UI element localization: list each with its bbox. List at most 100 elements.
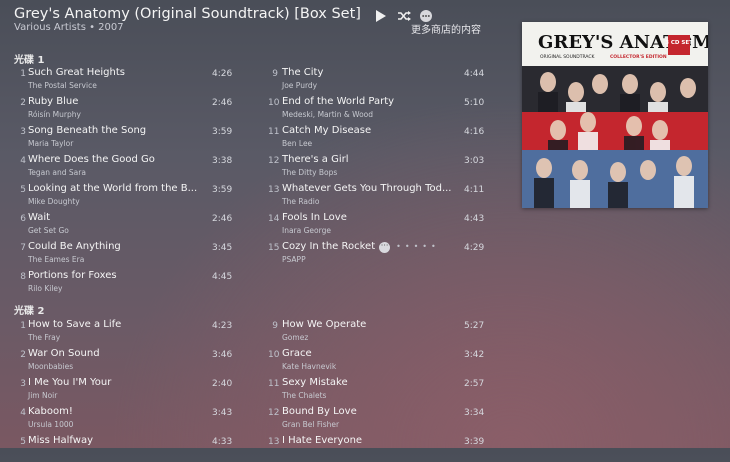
track-title-text: Catch My Disease <box>282 125 372 136</box>
track-row[interactable]: 1 Such Great Heights The Postal Service 4:2… <box>14 66 234 94</box>
track-duration: 5:10 <box>464 98 485 108</box>
track-number: 15 <box>268 243 280 253</box>
track-title-text: Cozy In the Rocket <box>282 241 376 252</box>
track-title: Cozy In the Rocket ··· ••••• <box>282 241 440 253</box>
track-number: 1 <box>20 321 26 331</box>
track-title-text: Wait <box>28 212 51 223</box>
track-number: 7 <box>20 243 26 253</box>
track-artist: The Radio <box>282 197 320 206</box>
track-artist: Jim Noir <box>28 391 58 400</box>
track-number: 5 <box>20 437 26 447</box>
track-title: Song Beneath the Song <box>28 125 146 136</box>
track-duration: 3:34 <box>464 408 485 418</box>
track-number: 3 <box>20 127 26 137</box>
track-row[interactable]: 14 Fools In Love Inara George 4:43 <box>268 211 488 239</box>
rating-dots[interactable]: ••••• <box>396 242 440 251</box>
track-duration: 5:27 <box>464 321 485 331</box>
more-icon[interactable] <box>420 7 434 22</box>
track-number: 8 <box>20 272 26 282</box>
track-artist: Gomez <box>282 333 309 342</box>
track-row[interactable]: 4 Kaboom! Ursula 1000 3:43 <box>14 405 234 433</box>
track-row[interactable]: 7 Could Be Anything The Eames Era 3:45 <box>14 240 234 268</box>
track-duration: 3:46 <box>212 350 233 360</box>
track-title: Bound By Love <box>282 406 357 417</box>
track-duration: 3:45 <box>212 243 233 253</box>
track-row[interactable]: 10 Grace Kate Havnevik 3:42 <box>268 347 488 375</box>
track-row[interactable]: 9 The City Joe Purdy 4:44 <box>268 66 488 94</box>
track-duration: 4:43 <box>464 214 485 224</box>
shuffle-icon[interactable] <box>397 7 412 21</box>
track-artist: Get Set Go <box>28 226 69 235</box>
track-row[interactable]: 8 Portions for Foxes Rilo Kiley 4:45 <box>14 269 234 297</box>
art-edition: COLLECTOR'S EDITION <box>610 54 667 60</box>
track-row[interactable]: 1 How to Save a Life The Fray 4:23 <box>14 318 234 346</box>
track-title: I Hate Everyone <box>282 435 362 446</box>
track-title-text: Looking at the World from the B... <box>28 183 198 194</box>
track-artist: Tegan and Sara <box>28 168 86 177</box>
album-subtitle: Various Artists • 2007 <box>14 22 124 33</box>
track-title: Catch My Disease <box>282 125 371 136</box>
track-number: 10 <box>268 98 280 108</box>
track-row[interactable]: 3 Song Beneath the Song Maria Taylor 3:59 <box>14 124 234 152</box>
track-duration: 3:03 <box>464 156 485 166</box>
track-number: 11 <box>268 127 280 137</box>
track-duration: 3:43 <box>212 408 233 418</box>
track-title: Grace <box>282 348 312 359</box>
track-title-text: Such Great Heights <box>28 67 125 78</box>
album-header: Grey's Anatomy (Original Soundtrack) [Bo… <box>14 2 504 22</box>
track-row[interactable]: 6 Wait Get Set Go 2:46 <box>14 211 234 239</box>
track-artist: Joe Purdy <box>282 81 318 90</box>
track-duration: 3:42 <box>464 350 485 360</box>
track-row[interactable]: 11 Catch My Disease Ben Lee 4:16 <box>268 124 488 152</box>
track-duration: 3:39 <box>464 437 485 447</box>
track-duration: 4:45 <box>212 272 233 282</box>
track-title: How to Save a Life <box>28 319 121 330</box>
art-subtitle: ORIGINAL SOUNDTRACK <box>540 54 596 60</box>
track-duration: 3:59 <box>212 127 233 137</box>
track-duration: 4:11 <box>464 185 485 195</box>
track-title-text: How We Operate <box>282 319 367 330</box>
track-number: 9 <box>272 321 278 331</box>
track-row[interactable]: 12 Bound By Love Gran Bel Fisher 3:34 <box>268 405 488 433</box>
track-title-text: War On Sound <box>28 348 100 359</box>
track-row[interactable]: 4 Where Does the Good Go Tegan and Sara 3:3… <box>14 153 234 181</box>
track-duration: 4:26 <box>212 69 233 79</box>
track-artist: The Eames Era <box>28 255 85 264</box>
track-duration: 2:57 <box>464 379 485 389</box>
track-row[interactable]: 2 War On Sound Moonbabies 3:46 <box>14 347 234 375</box>
track-artist: Inara George <box>282 226 331 235</box>
track-title: Looking at the World from the B... <box>28 183 197 194</box>
track-title: I Me You I'M Your <box>28 377 111 388</box>
track-title: End of the World Party <box>282 96 394 107</box>
track-artist: Moonbabies <box>28 362 74 371</box>
track-duration: 3:59 <box>212 185 233 195</box>
track-row[interactable]: 11 Sexy Mistake The Chalets 2:57 <box>268 376 488 404</box>
art-badge: 3 CD SET <box>665 40 693 46</box>
track-row[interactable]: 13 Whatever Gets You Through Tod... The Ra… <box>268 182 488 210</box>
play-icon[interactable] <box>374 7 388 22</box>
track-row[interactable]: 10 End of the World Party Medeski, Martin … <box>268 95 488 123</box>
track-row[interactable]: 3I Me You I'M Your Jim Noir 2:40 <box>14 376 234 404</box>
track-row[interactable]: 15 Cozy In the Rocket ··· ••••• PSAPP 4:29 <box>268 240 488 268</box>
track-title-text: There's a Girl <box>282 154 349 165</box>
track-number: 3 <box>20 379 26 389</box>
track-row[interactable]: 13 I Hate Everyone 3:39 <box>268 434 488 462</box>
track-number: 13 <box>268 185 280 195</box>
track-row[interactable]: 5 Looking at the World from the B... Mike … <box>14 182 234 210</box>
track-number: 1 <box>20 69 26 79</box>
store-link[interactable]: 更多商店的内容 <box>411 21 481 36</box>
track-number: 12 <box>268 408 280 418</box>
track-title: There's a Girl <box>282 154 349 165</box>
track-row[interactable]: 12 There's a Girl The Ditty Bops 3:03 <box>268 153 488 181</box>
track-title-text: Where Does the Good Go <box>28 154 155 165</box>
track-number: 4 <box>20 408 26 418</box>
track-row[interactable]: 2 Ruby Blue Róisín Murphy 2:46 <box>14 95 234 123</box>
track-duration: 2:46 <box>212 98 233 108</box>
track-row[interactable]: 5 Miss Halfway 4:33 <box>14 434 234 462</box>
track-title: The City <box>282 67 323 78</box>
track-more-icon[interactable]: ··· <box>379 242 391 253</box>
track-row[interactable]: 9 How We Operate Gomez 5:27 <box>268 318 488 346</box>
track-title-text: Whatever Gets You Through Tod... <box>282 183 452 194</box>
track-duration: 2:40 <box>212 379 233 389</box>
track-title: Fools In Love <box>282 212 347 223</box>
